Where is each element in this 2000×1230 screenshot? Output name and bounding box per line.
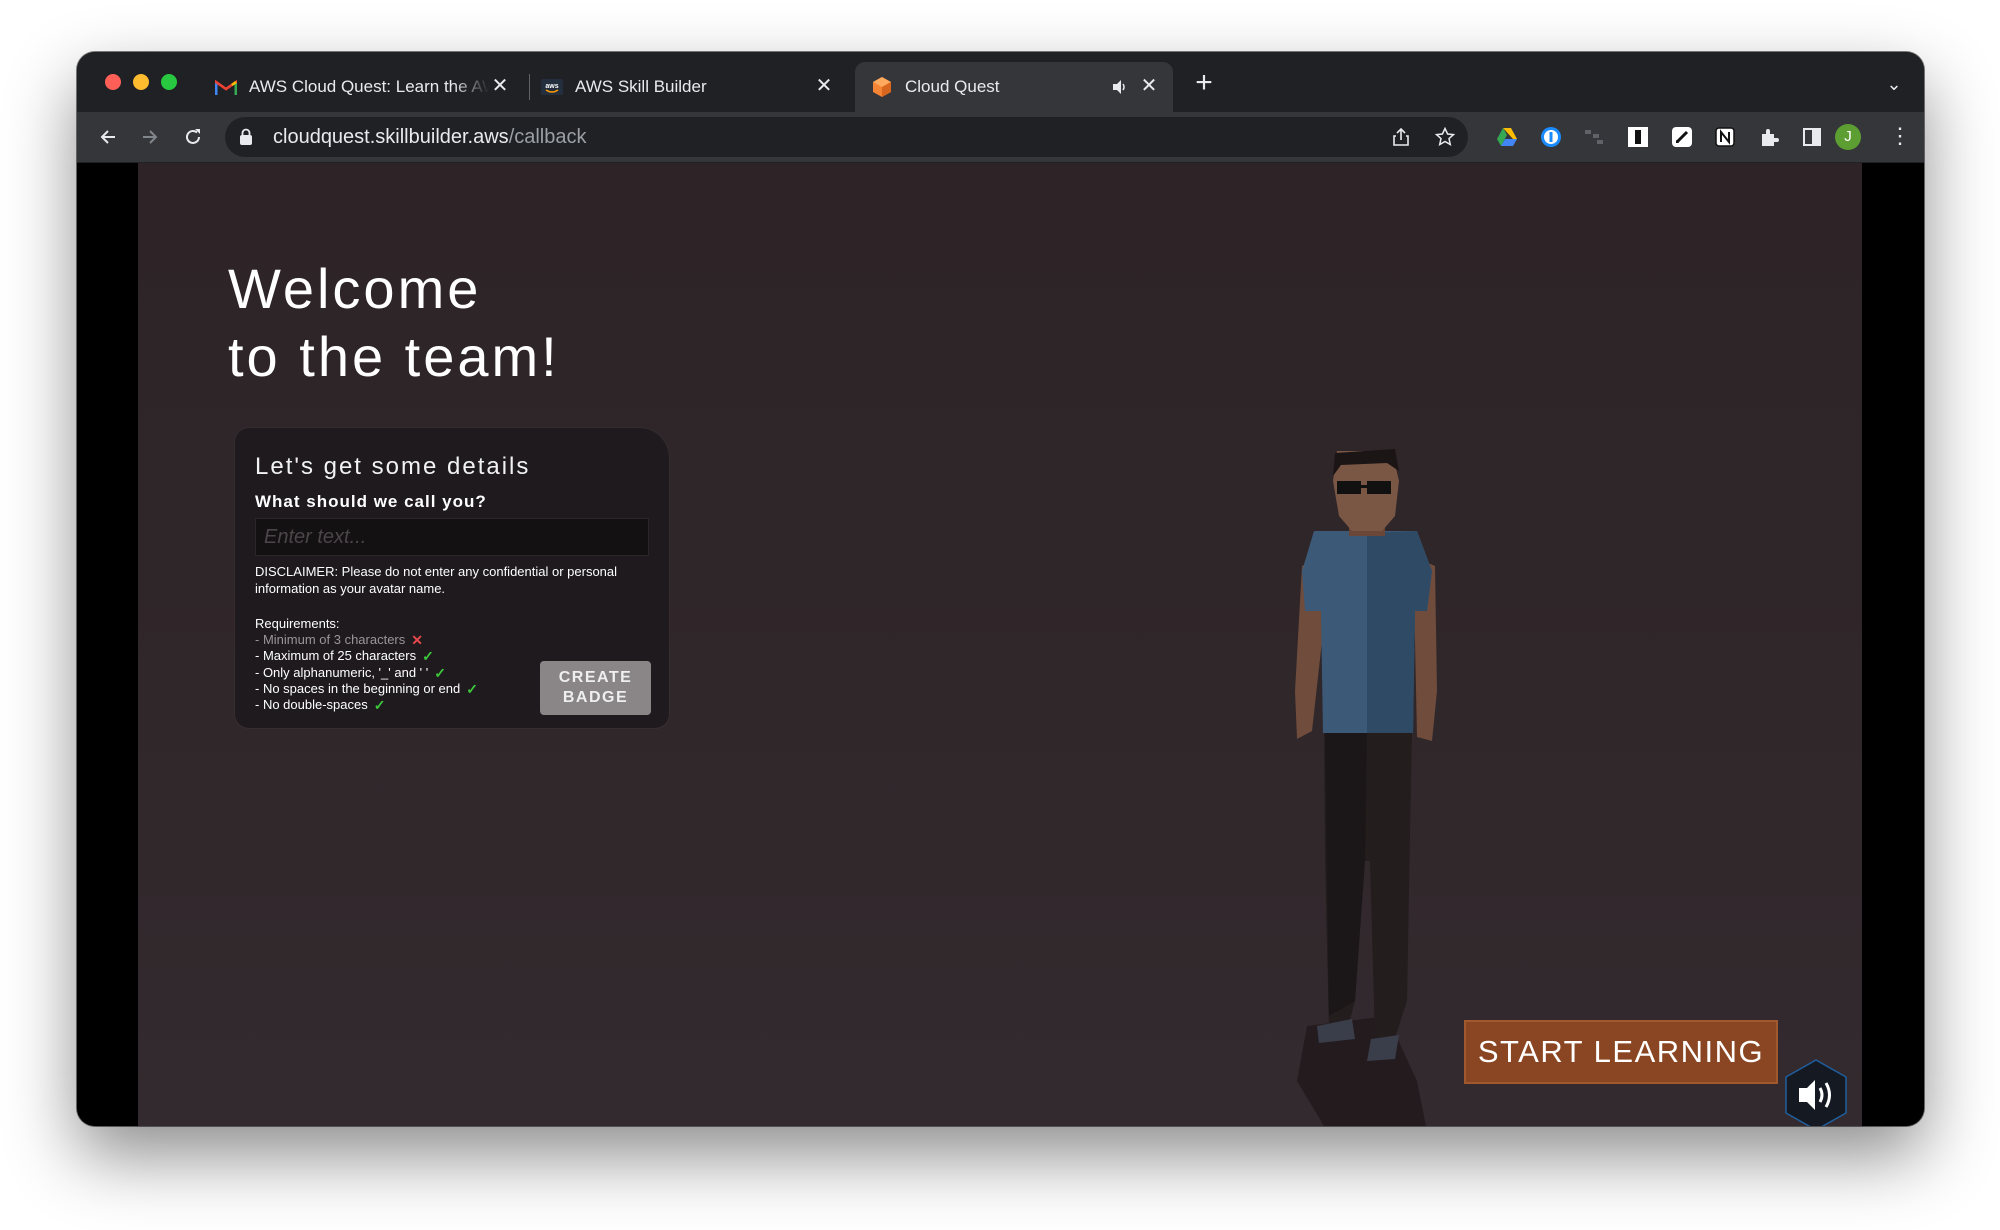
requirement-item: - Minimum of 3 characters ✕ <box>255 632 478 648</box>
speaker-icon <box>1785 1059 1847 1126</box>
requirement-item: - No double-spaces ✓ <box>255 697 478 713</box>
sound-toggle-button[interactable] <box>1783 1058 1849 1126</box>
browser-toolbar: cloudquest.skillbuilder.aws/callback J ⋮ <box>77 112 1924 163</box>
requirement-text: - Minimum of 3 characters <box>255 632 406 647</box>
tab-title: AWS Skill Builder <box>575 77 707 96</box>
check-icon: ✓ <box>422 648 434 665</box>
welcome-line-1: Welcome <box>228 257 482 320</box>
close-icon[interactable]: ✕ <box>488 74 512 98</box>
url-host: cloudquest.skillbuilder.aws <box>273 126 509 148</box>
close-window-button[interactable] <box>105 74 121 90</box>
check-icon: ✓ <box>434 664 446 681</box>
disclaimer-text: DISCLAIMER: Please do not enter any conf… <box>255 564 618 596</box>
puzzle-grid-icon[interactable] <box>1582 125 1606 149</box>
gmail-icon <box>215 76 237 98</box>
svg-text:aws: aws <box>545 83 558 90</box>
requirement-text: - No double-spaces <box>255 697 368 713</box>
profile-avatar[interactable]: J <box>1835 124 1861 150</box>
browser-window: AWS Cloud Quest: Learn the AWS ✕ aws AWS… <box>77 52 1924 1126</box>
requirements-list: - Minimum of 3 characters ✕ - Maximum of… <box>255 632 478 713</box>
create-badge-button[interactable]: CREATE BADGE <box>540 661 651 715</box>
check-icon: ✓ <box>466 680 478 697</box>
maximize-window-button[interactable] <box>161 74 177 90</box>
requirements-title: Requirements: <box>255 616 340 631</box>
avatar-character <box>1295 449 1437 1126</box>
requirement-text: - No spaces in the beginning or end <box>255 680 461 696</box>
sidebar-icon[interactable] <box>1800 125 1824 149</box>
tab-strip: AWS Cloud Quest: Learn the AWS ✕ aws AWS… <box>77 52 1924 112</box>
close-icon[interactable]: ✕ <box>1137 74 1161 98</box>
back-button[interactable] <box>93 122 123 152</box>
details-panel: Let's get some details What should we ca… <box>235 428 669 728</box>
google-drive-icon[interactable] <box>1495 125 1519 149</box>
requirement-item: - No spaces in the beginning or end ✓ <box>255 681 478 697</box>
welcome-heading: Welcome to the team! <box>228 255 560 391</box>
tab-title: Cloud Quest <box>905 77 1000 96</box>
requirement-item: - Maximum of 25 characters ✓ <box>255 648 478 664</box>
instapaper-icon[interactable] <box>1626 125 1650 149</box>
share-icon[interactable] <box>1389 125 1413 149</box>
reload-button[interactable] <box>178 122 208 152</box>
extensions-icon[interactable] <box>1757 125 1781 149</box>
tab-title: AWS Cloud Quest: Learn the AWS <box>249 77 489 96</box>
aws-icon: aws <box>541 76 563 98</box>
create-badge-label-2: BADGE <box>562 689 629 706</box>
address-bar[interactable]: cloudquest.skillbuilder.aws/callback <box>225 117 1468 157</box>
welcome-line-2: to the team! <box>228 325 560 388</box>
start-learning-button[interactable]: START LEARNING <box>1464 1020 1778 1084</box>
tab-aws-skill-builder[interactable]: aws AWS Skill Builder ✕ <box>525 62 848 112</box>
requirement-item: - Only alphanumeric, '_' and ' ' ✓ <box>255 665 478 681</box>
panel-title: Let's get some details <box>255 453 531 480</box>
forward-button[interactable] <box>135 122 165 152</box>
bookmark-star-icon[interactable] <box>1433 125 1457 149</box>
page-viewport: Welcome to the team! Let's get some deta… <box>77 163 1924 1126</box>
notion-icon[interactable] <box>1713 125 1737 149</box>
close-icon[interactable]: ✕ <box>812 74 836 98</box>
notes-icon[interactable] <box>1670 125 1694 149</box>
1password-icon[interactable] <box>1539 125 1563 149</box>
url-text: cloudquest.skillbuilder.aws/callback <box>273 126 587 149</box>
lock-icon[interactable] <box>239 128 253 151</box>
minimize-window-button[interactable] <box>133 74 149 90</box>
tab-gmail[interactable]: AWS Cloud Quest: Learn the AWS ✕ <box>199 62 524 112</box>
avatar-name-input[interactable] <box>255 518 649 556</box>
requirement-text: - Maximum of 25 characters <box>255 648 417 664</box>
requirement-text: - Only alphanumeric, '_' and ' ' <box>255 664 429 680</box>
cube-icon <box>871 76 893 98</box>
url-path: /callback <box>508 126 587 148</box>
check-icon: ✓ <box>373 697 386 714</box>
tab-cloud-quest[interactable]: Cloud Quest ✕ <box>855 62 1173 112</box>
name-question: What should we call you? <box>255 492 487 511</box>
game-canvas: Welcome to the team! Let's get some deta… <box>138 163 1862 1126</box>
chevron-down-icon[interactable]: ⌄ <box>1882 72 1906 96</box>
create-badge-label-1: CREATE <box>558 669 633 686</box>
speaker-icon[interactable] <box>1111 78 1129 101</box>
more-menu-icon[interactable]: ⋮ <box>1889 124 1911 150</box>
new-tab-button[interactable]: + <box>1190 68 1218 98</box>
cross-icon: ✕ <box>411 632 423 648</box>
